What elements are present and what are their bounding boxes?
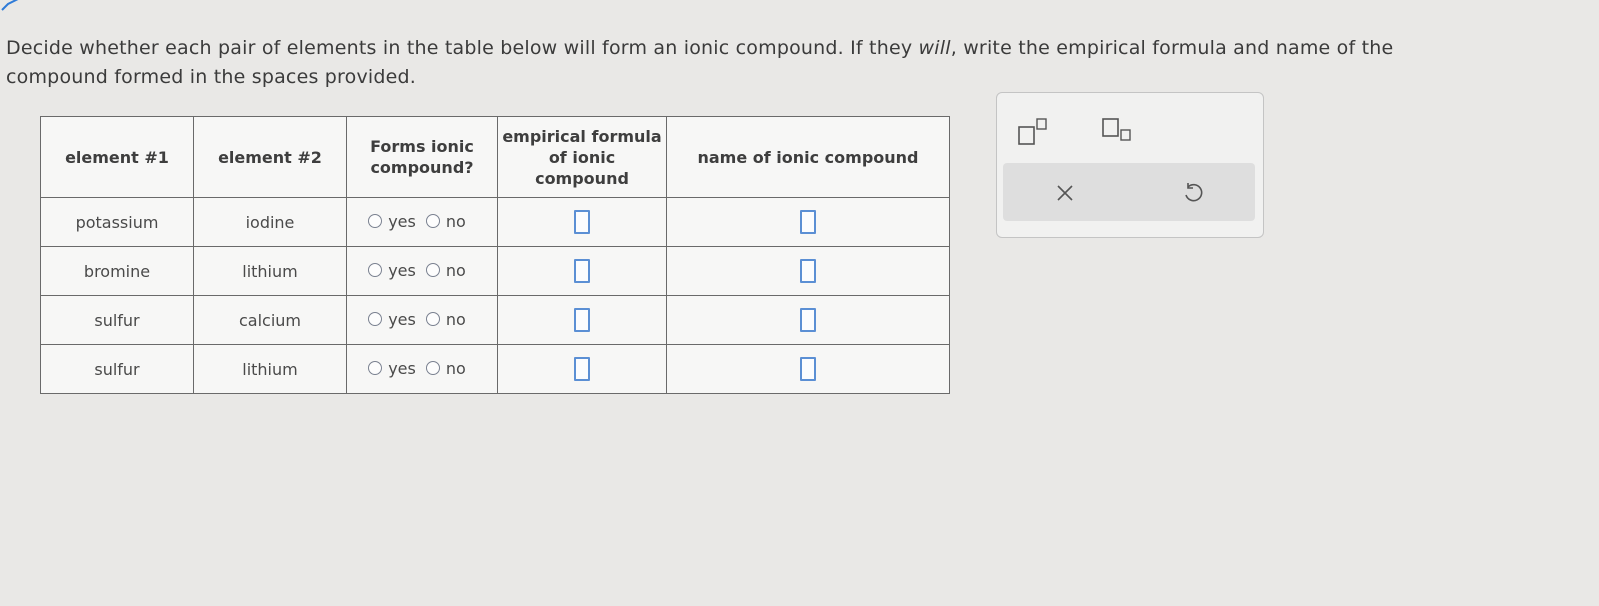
no-label: no [445, 211, 466, 231]
row2-element1: bromine [40, 246, 194, 296]
row4-name [666, 344, 950, 394]
yes-label: yes [388, 260, 416, 280]
row3-forms-ionic: yes no [346, 295, 498, 345]
header-element1: element #1 [40, 116, 194, 198]
header-empirical-formula-label: empirical formula of ionic compound [502, 126, 662, 188]
row2-formula-input[interactable] [574, 259, 590, 283]
instructions-emphasis: will [918, 37, 951, 59]
row4-forms-ionic: yes no [346, 344, 498, 394]
row2-name [666, 246, 950, 296]
header-forms-ionic-label: Forms ionic compound? [370, 137, 474, 177]
yes-label: yes [388, 358, 416, 378]
check-mark-icon [1, 0, 19, 11]
toolbox-action-row [1003, 163, 1255, 221]
row1-yes-option[interactable]: yes [368, 212, 416, 231]
instructions-part1: Decide whether each pair of elements in … [6, 37, 919, 59]
radio-button-yes[interactable] [368, 263, 383, 278]
header-empirical-formula: empirical formula of ionic compound [497, 116, 667, 198]
row2-formula [497, 246, 667, 296]
row1-formula [497, 197, 667, 247]
compound-table: element #1 element #2 Forms ionic compou… [40, 116, 950, 394]
radio-button-yes[interactable] [368, 214, 383, 229]
radio-button-yes[interactable] [368, 361, 383, 376]
subscript-icon[interactable] [1101, 117, 1141, 147]
toolbox-format-row [997, 111, 1263, 155]
row4-no-option[interactable]: no [425, 358, 466, 378]
row1-no-option[interactable]: no [425, 211, 466, 231]
radio-button-yes[interactable] [368, 312, 383, 327]
row1-element1: potassium [40, 197, 194, 247]
row4-formula-input[interactable] [574, 357, 590, 381]
row1-formula-input[interactable] [574, 210, 590, 234]
row1-name [666, 197, 950, 247]
yes-label: yes [388, 211, 416, 231]
yes-label: yes [388, 309, 416, 329]
row3-yes-option[interactable]: yes [368, 310, 416, 329]
row2-forms-ionic: yes no [346, 246, 498, 296]
radio-button-no[interactable] [425, 263, 440, 278]
row1-name-input[interactable] [800, 210, 816, 234]
table-row: potassium iodine yes no [40, 197, 950, 247]
radio-button-no[interactable] [425, 214, 440, 229]
table-row: sulfur lithium yes no [40, 344, 950, 394]
row4-yes-option[interactable]: yes [368, 359, 416, 378]
row4-name-input[interactable] [800, 357, 816, 381]
row4-formula [497, 344, 667, 394]
formula-toolbox [996, 92, 1264, 238]
row1-forms-ionic: yes no [346, 197, 498, 247]
row3-element2: calcium [193, 295, 347, 345]
header-forms-ionic: Forms ionic compound? [346, 116, 498, 198]
table-row: bromine lithium yes no [40, 246, 950, 296]
radio-button-no[interactable] [425, 312, 440, 327]
row3-name-input[interactable] [800, 308, 816, 332]
row2-no-option[interactable]: no [425, 260, 466, 280]
instructions-text: Decide whether each pair of elements in … [6, 34, 1486, 92]
table-header-row: element #1 element #2 Forms ionic compou… [40, 116, 950, 198]
undo-icon[interactable] [1181, 181, 1205, 205]
row3-element1: sulfur [40, 295, 194, 345]
no-label: no [445, 309, 466, 329]
row2-yes-option[interactable]: yes [368, 261, 416, 280]
header-compound-name: name of ionic compound [666, 116, 950, 198]
row2-element2: lithium [193, 246, 347, 296]
row4-element1: sulfur [40, 344, 194, 394]
row4-element2: lithium [193, 344, 347, 394]
no-label: no [445, 260, 466, 280]
superscript-icon[interactable] [1017, 117, 1057, 147]
clear-icon[interactable] [1055, 183, 1075, 203]
radio-button-no[interactable] [425, 361, 440, 376]
no-label: no [445, 358, 466, 378]
row3-formula [497, 295, 667, 345]
header-element2: element #2 [193, 116, 347, 198]
table-row: sulfur calcium yes no [40, 295, 950, 345]
row3-formula-input[interactable] [574, 308, 590, 332]
row1-element2: iodine [193, 197, 347, 247]
row3-no-option[interactable]: no [425, 309, 466, 329]
row2-name-input[interactable] [800, 259, 816, 283]
row3-name [666, 295, 950, 345]
